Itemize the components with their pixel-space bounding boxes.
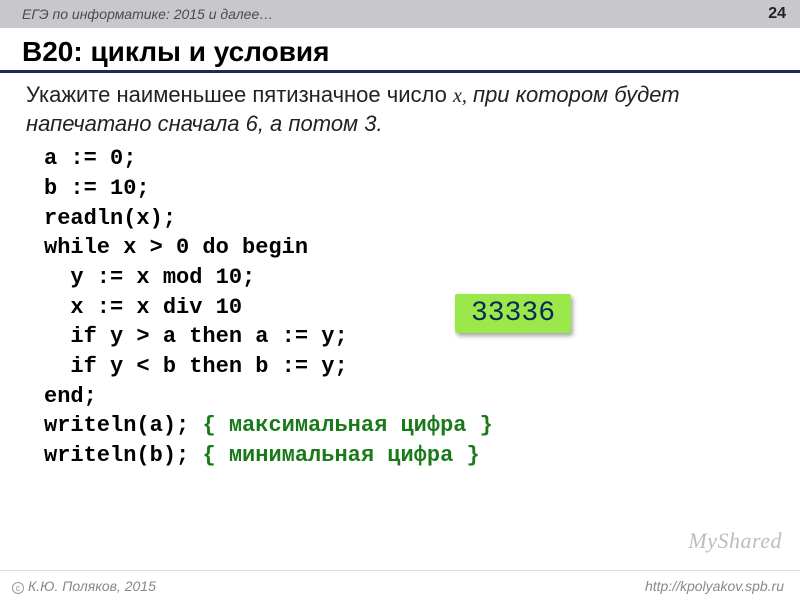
course-title: ЕГЭ по информатике: 2015 и далее… xyxy=(22,6,273,22)
code-line: a := 0; xyxy=(44,146,136,171)
code-line: if y > a then a := y; xyxy=(44,324,348,349)
title-area: B20: циклы и условия xyxy=(0,28,800,73)
code-line: x := x div 10 xyxy=(44,295,242,320)
author-text: К.Ю. Поляков, 2015 xyxy=(28,578,156,594)
page-number: 24 xyxy=(768,5,786,23)
header-bar: ЕГЭ по информатике: 2015 и далее… 24 xyxy=(0,0,800,28)
problem-var: x, xyxy=(453,85,467,107)
code-line: y := x mod 10; xyxy=(44,265,255,290)
code-line: while x > 0 do begin xyxy=(44,235,308,260)
slide-title: B20: циклы и условия xyxy=(22,36,778,68)
code-line: if y < b then b := y; xyxy=(44,354,348,379)
code-line: b := 10; xyxy=(44,176,150,201)
code-line: writeln(a); xyxy=(44,413,202,438)
code-block: a := 0; b := 10; readln(x); while x > 0 … xyxy=(26,144,774,471)
content: Укажите наименьшее пятизначное число x, … xyxy=(0,73,800,471)
code-line: writeln(b); xyxy=(44,443,202,468)
copyright-icon: c xyxy=(12,582,24,594)
code-comment: { максимальная цифра } xyxy=(202,413,492,438)
code-line: end; xyxy=(44,384,97,409)
answer-box: 33336 xyxy=(455,294,571,333)
code-comment: { минимальная цифра } xyxy=(202,443,479,468)
code-line: readln(x); xyxy=(44,206,176,231)
footer-url: http://kpolyakov.spb.ru xyxy=(645,578,784,594)
footer-author: c К.Ю. Поляков, 2015 xyxy=(12,578,156,594)
problem-statement: Укажите наименьшее пятизначное число x, … xyxy=(26,81,774,138)
footer: c К.Ю. Поляков, 2015 http://kpolyakov.spb… xyxy=(0,570,800,600)
problem-lead: Укажите наименьшее пятизначное число xyxy=(26,82,453,107)
watermark: MyShared xyxy=(688,528,782,554)
